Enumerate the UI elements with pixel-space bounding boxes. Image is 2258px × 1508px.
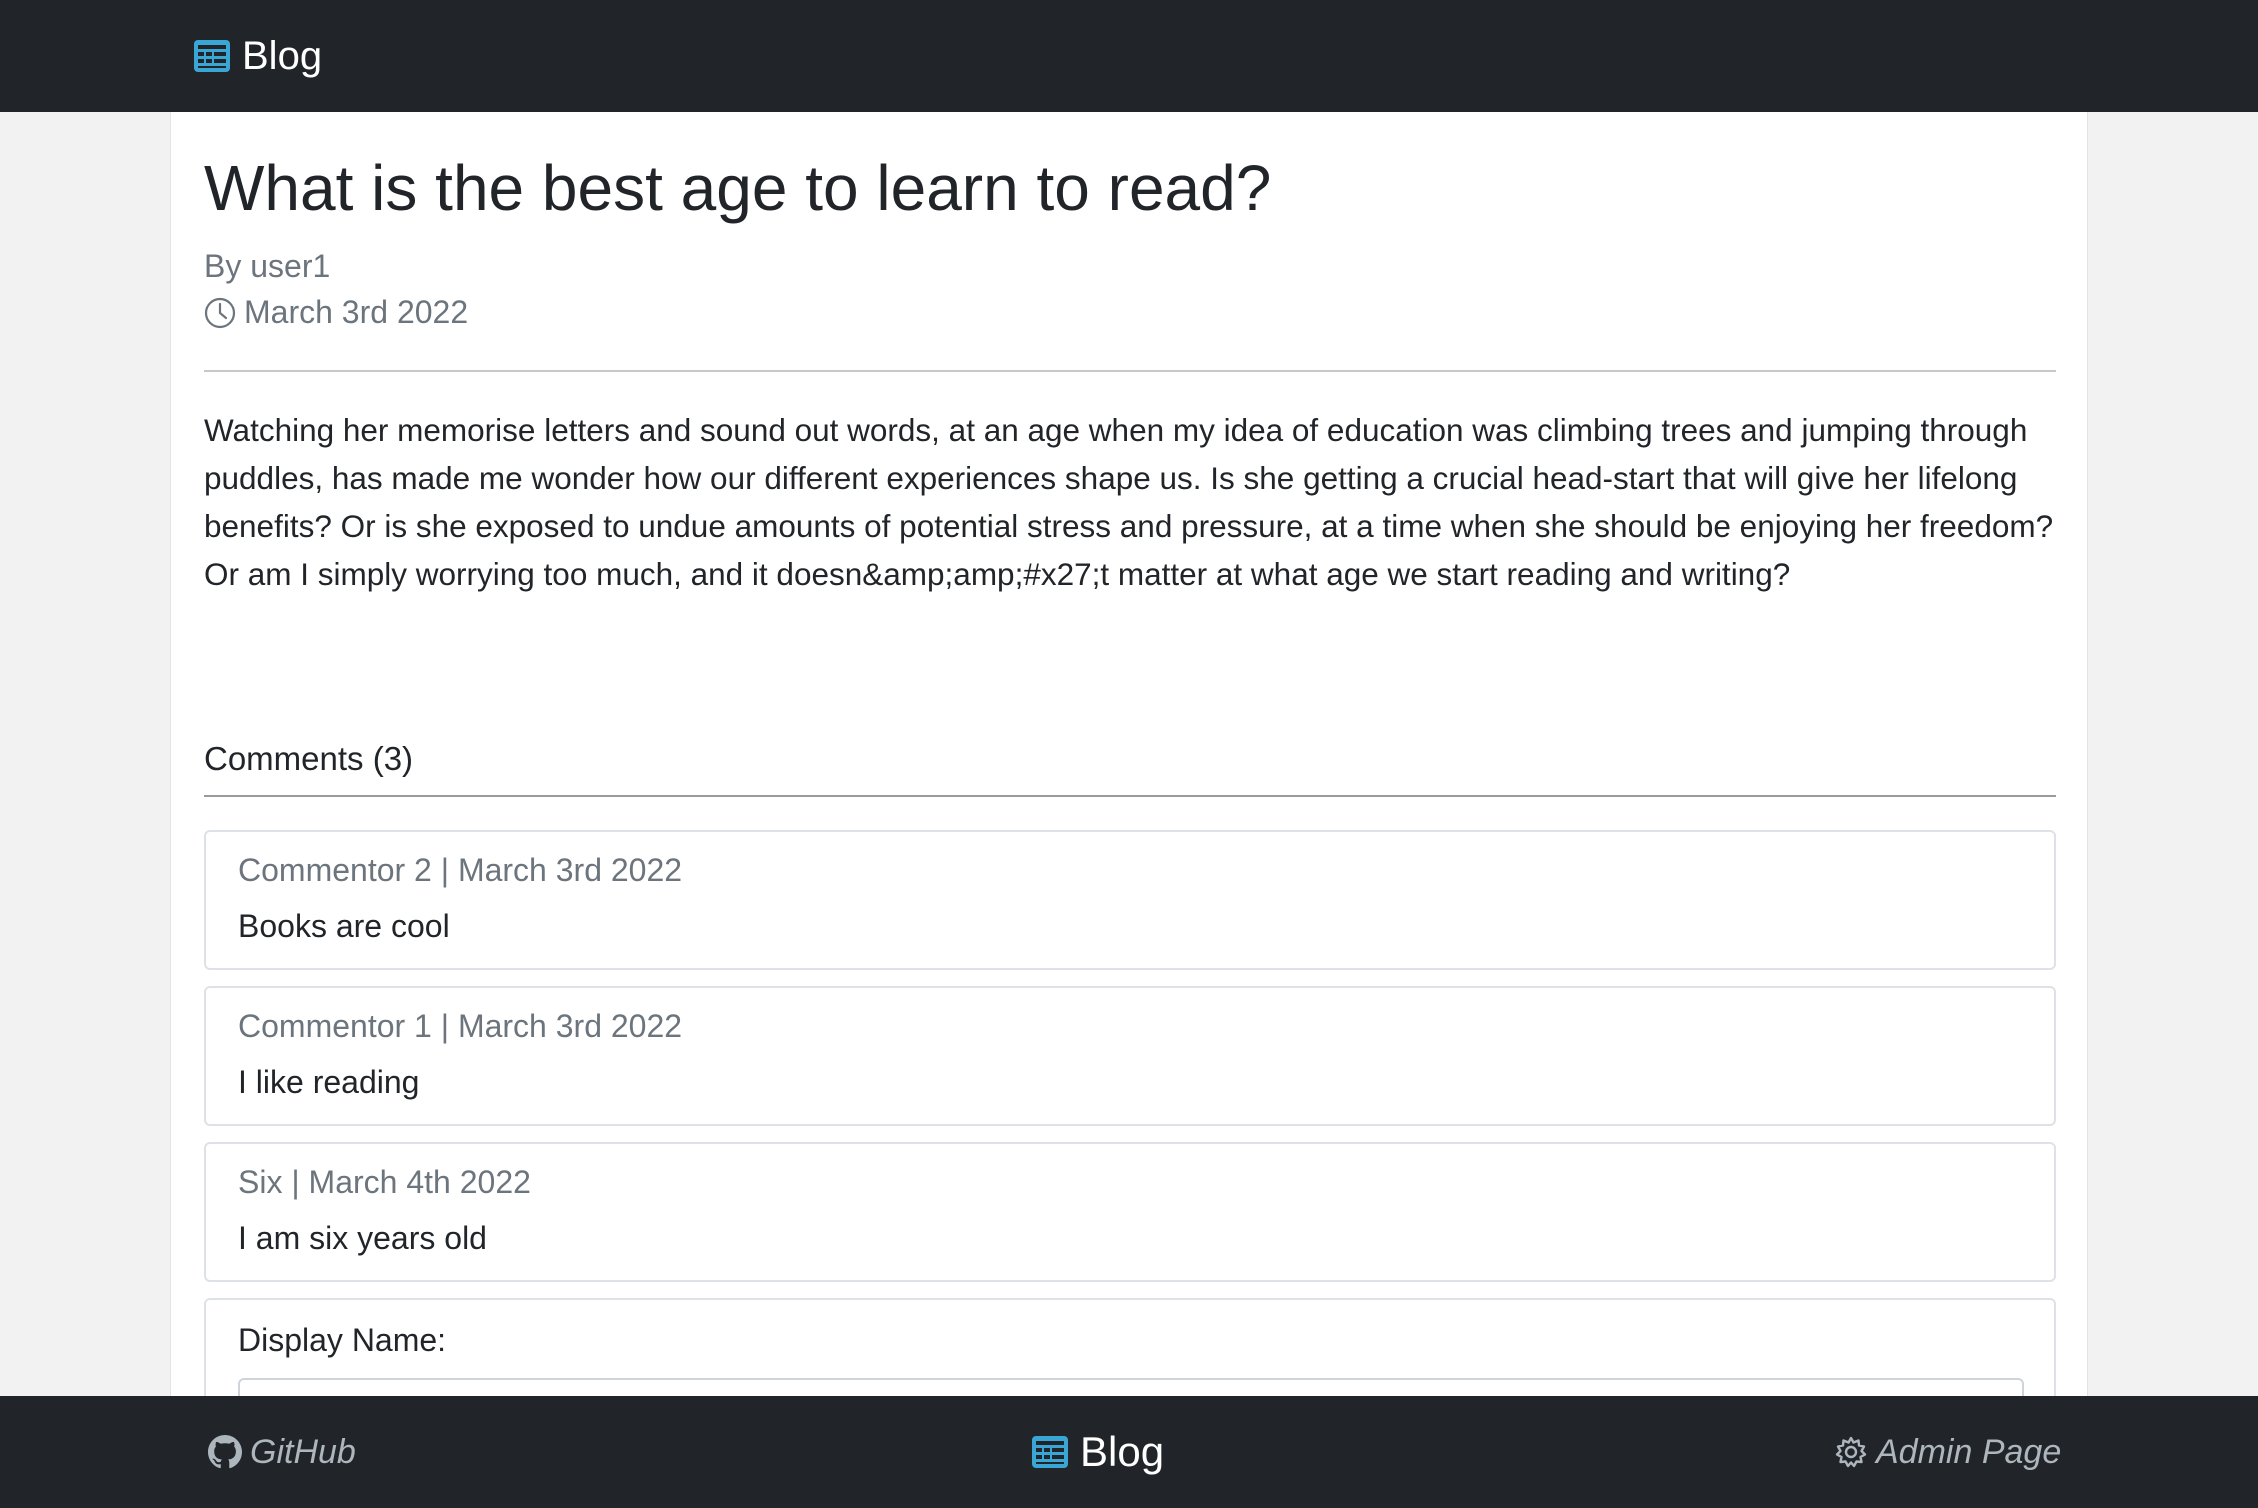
github-icon bbox=[208, 1435, 242, 1469]
newspaper-icon bbox=[194, 40, 230, 72]
comment-meta: Six | March 4th 2022 bbox=[238, 1164, 531, 1200]
comment-text: I am six years old bbox=[238, 1220, 487, 1256]
admin-page-label: Admin Page bbox=[1876, 1432, 2062, 1471]
comment-meta: Commentor 2 | March 3rd 2022 bbox=[238, 852, 683, 888]
github-link[interactable]: GitHub bbox=[208, 1426, 356, 1478]
post-date: March 3rd 2022 bbox=[244, 294, 469, 330]
github-label: GitHub bbox=[250, 1432, 356, 1471]
comment-card: Commentor 2 | March 3rd 2022 Books are c… bbox=[204, 830, 2056, 970]
post-author: By user1 bbox=[204, 248, 331, 284]
newspaper-icon bbox=[1032, 1436, 1068, 1468]
gear-icon bbox=[1835, 1436, 1867, 1468]
footer: GitHub Blog Admin Page bbox=[0, 1396, 2258, 1508]
comments-heading: Comments (3) bbox=[204, 740, 414, 777]
footer-brand-label: Blog bbox=[1080, 1428, 1165, 1475]
post-container: What is the best age to learn to read? B… bbox=[170, 112, 2088, 1396]
display-name-label: Display Name: bbox=[238, 1322, 447, 1358]
navbar-brand-link[interactable]: Blog bbox=[192, 30, 322, 82]
navbar-brand-label: Blog bbox=[242, 33, 323, 78]
comment-card: Commentor 1 | March 3rd 2022 I like read… bbox=[204, 986, 2056, 1126]
admin-page-link[interactable]: Admin Page bbox=[1834, 1426, 2061, 1478]
post-body: Watching her memorise letters and sound … bbox=[204, 412, 2054, 592]
title-divider bbox=[204, 370, 2056, 372]
post-date-row: March 3rd 2022 bbox=[204, 294, 468, 331]
post-title: What is the best age to learn to read? bbox=[204, 152, 1272, 224]
comment-text: I like reading bbox=[238, 1064, 420, 1100]
comments-divider bbox=[204, 795, 2056, 797]
display-name-input[interactable] bbox=[238, 1378, 2024, 1396]
top-navbar: Blog bbox=[0, 0, 2258, 112]
comment-meta: Commentor 1 | March 3rd 2022 bbox=[238, 1008, 683, 1044]
clock-icon bbox=[204, 297, 236, 328]
footer-brand-link[interactable]: Blog bbox=[1030, 1426, 1164, 1478]
comment-text: Books are cool bbox=[238, 908, 450, 944]
comment-card: Six | March 4th 2022 I am six years old bbox=[204, 1142, 2056, 1282]
comment-form: Display Name: bbox=[204, 1298, 2056, 1396]
